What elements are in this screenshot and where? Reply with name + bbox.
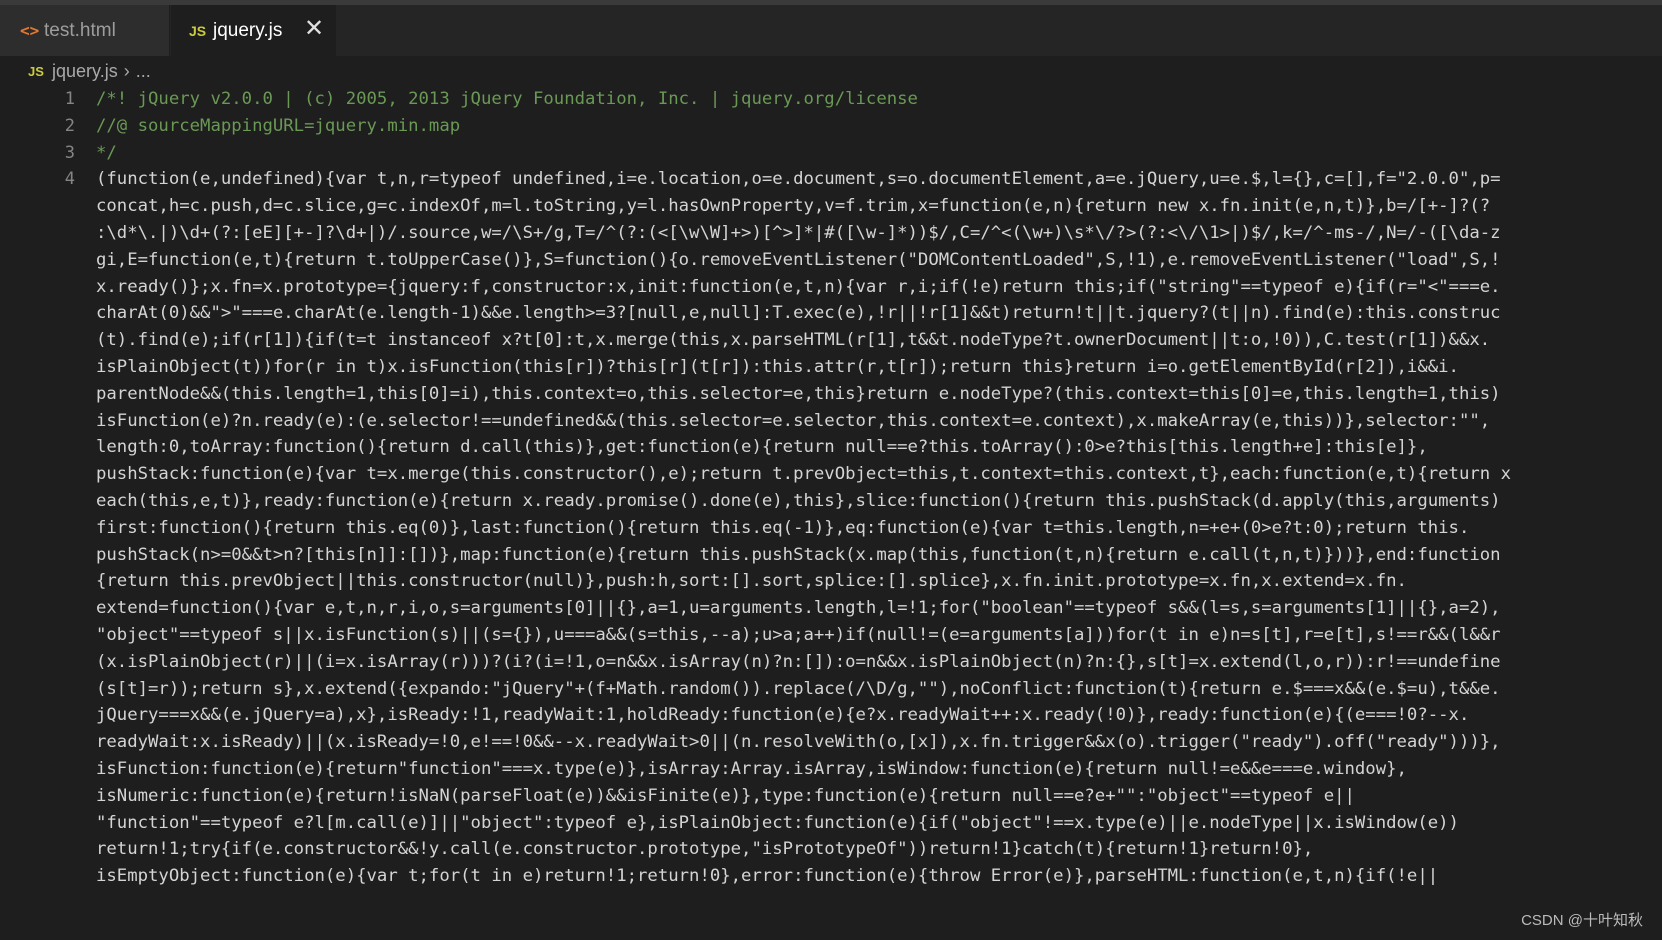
chevron-right-icon: ›: [123, 60, 130, 81]
editor-tab-bar: <> test.html JS jquery.js ✕: [0, 5, 1662, 56]
code-line[interactable]: charAt(0)&&">"===e.charAt(e.length-1)&&e…: [96, 300, 1662, 327]
line-number: 1: [64, 89, 75, 109]
tab-label: test.html: [44, 19, 116, 41]
line-number: 3: [64, 142, 75, 163]
code-line[interactable]: (t).find(e);if(r[1]){if(t=t instanceof x…: [96, 327, 1662, 354]
code-line[interactable]: isNumeric:function(e){return!isNaN(parse…: [96, 783, 1662, 810]
line-number: 4: [64, 169, 75, 190]
code-line[interactable]: "object"==typeof s||x.isFunction(s)||(s=…: [96, 622, 1662, 649]
tab-label: jquery.js: [213, 19, 283, 41]
html-file-icon: <>: [20, 21, 40, 40]
code-line[interactable]: isFunction:function(e){return"function"=…: [96, 756, 1662, 783]
js-file-icon: JS: [28, 63, 44, 79]
code-content[interactable]: /*! jQuery v2.0.0 | (c) 2005, 2013 jQuer…: [96, 86, 1662, 890]
line-number-gutter: 1 2 3 4: [0, 86, 75, 193]
tab-jquery-js[interactable]: JS jquery.js ✕: [171, 5, 336, 56]
code-line[interactable]: concat,h=c.push,d=c.slice,g=c.indexOf,m=…: [96, 193, 1662, 220]
code-line[interactable]: isEmptyObject:function(e){var t;for(t in…: [96, 863, 1662, 890]
code-line[interactable]: each(this,e,t)},ready:function(e){return…: [96, 488, 1662, 515]
code-line[interactable]: */: [96, 140, 1662, 167]
code-line[interactable]: "function"==typeof e?l[m.call(e)]||"obje…: [96, 810, 1662, 837]
code-editor[interactable]: 1 2 3 4 /*! jQuery v2.0.0 | (c) 2005, 20…: [0, 86, 1662, 940]
watermark: CSDN @十叶知秋: [1518, 909, 1646, 930]
code-line[interactable]: length:0,toArray:function(){return d.cal…: [96, 434, 1662, 461]
code-line[interactable]: x.ready()};x.fn=x.prototype={jquery:f,co…: [96, 274, 1662, 301]
close-icon[interactable]: ✕: [302, 17, 326, 41]
code-line[interactable]: //@ sourceMappingURL=jquery.min.map: [96, 113, 1662, 140]
code-line[interactable]: (s[t]=r));return s},x.extend({expando:"j…: [96, 676, 1662, 703]
tab-test-html[interactable]: <> test.html: [0, 5, 170, 56]
breadcrumb-more[interactable]: ...: [136, 61, 151, 82]
code-line[interactable]: pushStack(n>=0&&t>n?[this[n]]:[])},map:f…: [96, 542, 1662, 569]
code-line[interactable]: readyWait:x.isReady)||(x.isReady=!0,e!==…: [96, 729, 1662, 756]
code-line[interactable]: jQuery===x&&(e.jQuery=a),x},isReady:!1,r…: [96, 702, 1662, 729]
code-line[interactable]: (function(e,undefined){var t,n,r=typeof …: [96, 166, 1662, 193]
js-file-icon: JS: [189, 22, 207, 39]
code-line[interactable]: gi,E=function(e,t){return t.toUpperCase(…: [96, 247, 1662, 274]
code-line[interactable]: first:function(){return this.eq(0)},last…: [96, 515, 1662, 542]
breadcrumb-file[interactable]: jquery.js: [52, 61, 118, 82]
code-line[interactable]: return!1;try{if(e.constructor&&!y.call(e…: [96, 836, 1662, 863]
code-line[interactable]: :\d*\.|)\d+(?:[eE][+-]?\d+|)/.source,w=/…: [96, 220, 1662, 247]
breadcrumb: JS jquery.js › ...: [0, 56, 1662, 86]
code-line[interactable]: isPlainObject(t))for(r in t)x.isFunction…: [96, 354, 1662, 381]
code-line[interactable]: {return this.prevObject||this.constructo…: [96, 568, 1662, 595]
code-line[interactable]: (x.isPlainObject(r)||(i=x.isArray(r)))?(…: [96, 649, 1662, 676]
code-line[interactable]: extend=function(){var e,t,n,r,i,o,s=argu…: [96, 595, 1662, 622]
code-line[interactable]: parentNode&&(this.length=1,this[0]=i),th…: [96, 381, 1662, 408]
code-line[interactable]: pushStack:function(e){var t=x.merge(this…: [96, 461, 1662, 488]
line-number: 2: [64, 115, 75, 136]
code-line[interactable]: isFunction(e)?n.ready(e):(e.selector!==u…: [96, 408, 1662, 435]
code-line[interactable]: /*! jQuery v2.0.0 | (c) 2005, 2013 jQuer…: [96, 86, 1662, 113]
